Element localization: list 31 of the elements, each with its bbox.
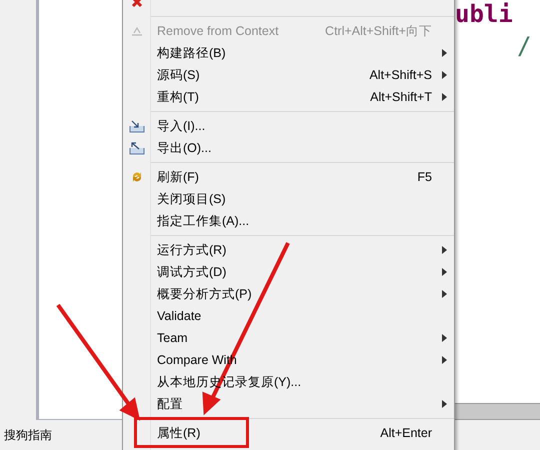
menu-item[interactable]: 构建路径(B): [123, 42, 454, 64]
submenu-arrow-icon: [442, 400, 446, 408]
menu-item[interactable]: 重构(T) Alt+Shift+T: [123, 86, 454, 108]
menu-item[interactable]: Validate: [123, 305, 454, 327]
menu-item[interactable]: 属性(R) Alt+Enter: [123, 422, 454, 444]
menu-item[interactable]: 导出(O)...: [123, 137, 454, 159]
submenu-arrow-icon: [442, 290, 446, 298]
import-icon: [129, 120, 145, 132]
comment-text: /: [516, 31, 532, 62]
menu-item[interactable]: Team: [123, 327, 454, 349]
remove-icon: [130, 25, 144, 37]
menu-item[interactable]: 关闭项目(S): [123, 188, 454, 210]
menu-item[interactable]: 运行方式(R): [123, 239, 454, 261]
submenu-arrow-icon: [442, 334, 446, 342]
menu-item[interactable]: 指定工作集(A)...: [123, 210, 454, 232]
refresh-icon: [130, 170, 144, 184]
status-text: 搜狗指南: [4, 427, 52, 444]
submenu-arrow-icon: [442, 356, 446, 364]
submenu-arrow-icon: [442, 268, 446, 276]
submenu-arrow-icon: [442, 71, 446, 79]
submenu-arrow-icon: [442, 49, 446, 57]
submenu-arrow-icon: [442, 93, 446, 101]
menu-item[interactable]: 概要分析方式(P): [123, 283, 454, 305]
export-icon: [129, 142, 145, 154]
menu-item[interactable]: 调试方式(D): [123, 261, 454, 283]
code-text: ubli: [455, 0, 514, 28]
menu-item[interactable]: 刷新(F) F5: [123, 166, 454, 188]
menu-item[interactable]: 配置: [123, 393, 454, 415]
menu-item[interactable]: 源码(S) Alt+Shift+S: [123, 64, 454, 86]
submenu-arrow-icon: [442, 246, 446, 254]
menu-item[interactable]: 导入(I)...: [123, 115, 454, 137]
